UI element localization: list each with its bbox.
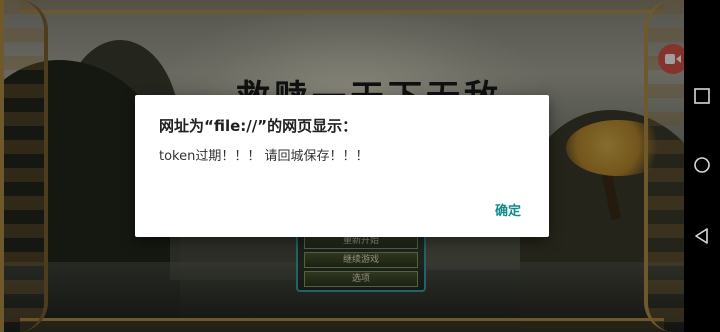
alert-dialog: 网址为“file://”的网页显示： token过期！！！ 请回城保存！！！ 确… [135,95,549,237]
home-circle-icon[interactable] [692,155,712,175]
navigation-bar [684,0,720,332]
dialog-title: 网址为“file://”的网页显示： [159,117,358,135]
recents-square-icon[interactable] [692,86,712,106]
dialog-message: token过期！！！ 请回城保存！！！ [159,149,369,164]
ok-button[interactable]: 确定 [489,196,527,223]
back-triangle-icon[interactable] [692,226,712,246]
